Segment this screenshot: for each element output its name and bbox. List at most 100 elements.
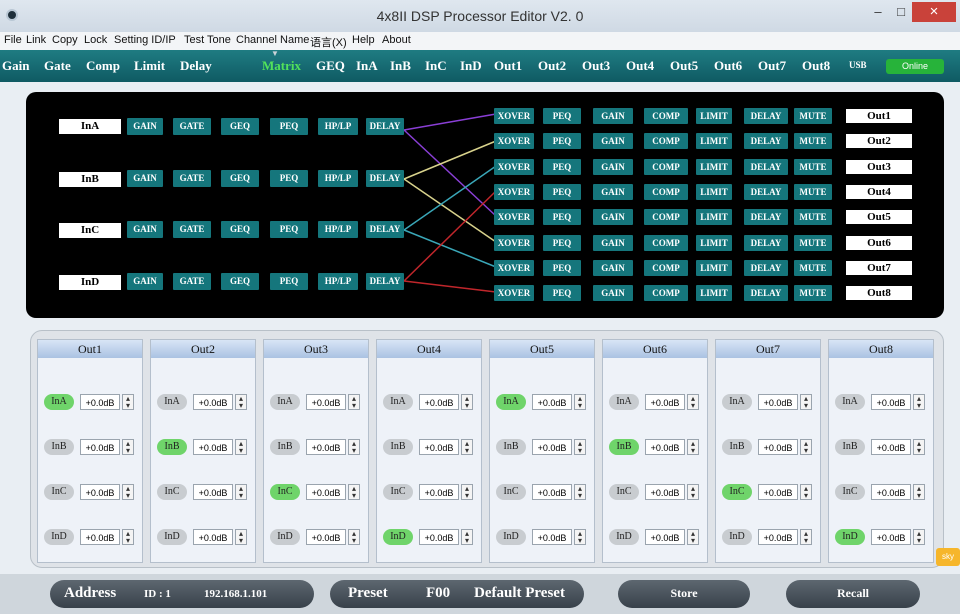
out2-peq-block[interactable]: PEQ bbox=[543, 133, 581, 150]
mixer-input-toggle-inc[interactable]: InC bbox=[496, 484, 526, 500]
mixer-input-toggle-inb[interactable]: InB bbox=[44, 439, 74, 455]
mixer-gain-field[interactable]: +0.0dB bbox=[193, 529, 233, 545]
out6-mute-block[interactable]: MUTE bbox=[794, 234, 832, 251]
tab-inc[interactable]: InC bbox=[425, 58, 447, 74]
mixer-input-toggle-inb[interactable]: InB bbox=[270, 439, 300, 455]
tab-out1[interactable]: Out1 bbox=[494, 58, 522, 74]
mixer-input-toggle-ina[interactable]: InA bbox=[157, 394, 187, 410]
menu-link[interactable]: Link bbox=[26, 34, 46, 46]
mixer-input-toggle-ina[interactable]: InA bbox=[496, 394, 526, 410]
out1-gain-block[interactable]: GAIN bbox=[593, 108, 633, 124]
mixer-input-toggle-ind[interactable]: InD bbox=[609, 529, 639, 545]
ina-peq-block[interactable]: PEQ bbox=[270, 118, 308, 135]
mixer-gain-field[interactable]: +0.0dB bbox=[871, 439, 911, 455]
ind-gain-block[interactable]: GAIN bbox=[127, 273, 163, 290]
out4-mute-block[interactable]: MUTE bbox=[794, 183, 832, 200]
out5-comp-block[interactable]: COMP bbox=[644, 209, 688, 226]
gain-stepper-icon[interactable]: ▴ ▾ bbox=[235, 394, 247, 410]
gain-stepper-icon[interactable]: ▴ ▾ bbox=[687, 439, 699, 455]
gain-stepper-icon[interactable]: ▴ ▾ bbox=[122, 394, 134, 410]
menu-channel-name[interactable]: Channel Name bbox=[236, 34, 309, 46]
out3-limit-block[interactable]: LIMIT bbox=[696, 158, 732, 175]
gain-stepper-icon[interactable]: ▴ ▾ bbox=[687, 529, 699, 545]
mixer-input-toggle-inb[interactable]: InB bbox=[496, 439, 526, 455]
maximize-button[interactable]: □ bbox=[892, 2, 910, 22]
mixer-input-toggle-ina[interactable]: InA bbox=[609, 394, 639, 410]
mixer-gain-field[interactable]: +0.0dB bbox=[419, 439, 459, 455]
gain-stepper-icon[interactable]: ▴ ▾ bbox=[574, 484, 586, 500]
gain-stepper-icon[interactable]: ▴ ▾ bbox=[122, 484, 134, 500]
mixer-input-toggle-inc[interactable]: InC bbox=[44, 484, 74, 500]
out8-xover-block[interactable]: XOVER bbox=[494, 285, 534, 302]
inc-gain-block[interactable]: GAIN bbox=[127, 221, 163, 238]
tab-out3[interactable]: Out3 bbox=[582, 58, 610, 74]
mixer-input-toggle-inc[interactable]: InC bbox=[722, 484, 752, 500]
mixer-input-toggle-inc[interactable]: InC bbox=[609, 484, 639, 500]
mixer-gain-field[interactable]: +0.0dB bbox=[306, 529, 346, 545]
inc-peq-block[interactable]: PEQ bbox=[270, 221, 308, 238]
gain-stepper-icon[interactable]: ▴ ▾ bbox=[461, 484, 473, 500]
out5-xover-block[interactable]: XOVER bbox=[494, 209, 534, 226]
out6-xover-block[interactable]: XOVER bbox=[494, 234, 534, 251]
mixer-input-toggle-ind[interactable]: InD bbox=[44, 529, 74, 545]
gain-stepper-icon[interactable]: ▴ ▾ bbox=[574, 394, 586, 410]
out6-comp-block[interactable]: COMP bbox=[644, 234, 688, 251]
mixer-gain-field[interactable]: +0.0dB bbox=[193, 484, 233, 500]
gain-stepper-icon[interactable]: ▴ ▾ bbox=[913, 529, 925, 545]
menu-language[interactable]: 语言(X) bbox=[310, 34, 347, 50]
gain-stepper-icon[interactable]: ▴ ▾ bbox=[122, 529, 134, 545]
ind-peq-block[interactable]: PEQ bbox=[270, 273, 308, 290]
mixer-gain-field[interactable]: +0.0dB bbox=[306, 484, 346, 500]
tab-gate[interactable]: Gate bbox=[44, 58, 71, 74]
inb-geq-block[interactable]: GEQ bbox=[221, 170, 259, 187]
gain-stepper-icon[interactable]: ▴ ▾ bbox=[913, 439, 925, 455]
out7-peq-block[interactable]: PEQ bbox=[543, 259, 581, 276]
mixer-input-toggle-ina[interactable]: InA bbox=[44, 394, 74, 410]
mixer-input-toggle-ind[interactable]: InD bbox=[270, 529, 300, 545]
tab-inb[interactable]: InB bbox=[390, 58, 411, 74]
gain-stepper-icon[interactable]: ▴ ▾ bbox=[348, 439, 360, 455]
inb-delay-block[interactable]: DELAY bbox=[366, 170, 404, 187]
gain-stepper-icon[interactable]: ▴ ▾ bbox=[574, 439, 586, 455]
menu-setting-id-ip[interactable]: Setting ID/IP bbox=[114, 34, 176, 46]
out3-xover-block[interactable]: XOVER bbox=[494, 158, 534, 175]
out4-xover-block[interactable]: XOVER bbox=[494, 183, 534, 200]
gain-stepper-icon[interactable]: ▴ ▾ bbox=[235, 439, 247, 455]
ind-delay-block[interactable]: DELAY bbox=[366, 273, 404, 290]
tab-geq[interactable]: GEQ bbox=[316, 58, 345, 74]
menu-help[interactable]: Help bbox=[352, 34, 375, 46]
mixer-gain-field[interactable]: +0.0dB bbox=[80, 484, 120, 500]
ina-gain-block[interactable]: GAIN bbox=[127, 118, 163, 135]
mixer-gain-field[interactable]: +0.0dB bbox=[80, 439, 120, 455]
out8-gain-block[interactable]: GAIN bbox=[593, 285, 633, 302]
mixer-gain-field[interactable]: +0.0dB bbox=[645, 439, 685, 455]
tab-out4[interactable]: Out4 bbox=[626, 58, 654, 74]
online-button[interactable]: Online bbox=[886, 59, 944, 74]
mixer-gain-field[interactable]: +0.0dB bbox=[758, 529, 798, 545]
out1-peq-block[interactable]: PEQ bbox=[543, 108, 581, 124]
mixer-gain-field[interactable]: +0.0dB bbox=[645, 394, 685, 410]
mixer-gain-field[interactable]: +0.0dB bbox=[532, 529, 572, 545]
gain-stepper-icon[interactable]: ▴ ▾ bbox=[574, 529, 586, 545]
out6-delay-block[interactable]: DELAY bbox=[744, 234, 788, 251]
out2-delay-block[interactable]: DELAY bbox=[744, 133, 788, 150]
out4-gain-block[interactable]: GAIN bbox=[593, 183, 633, 200]
out6-limit-block[interactable]: LIMIT bbox=[696, 234, 732, 251]
mixer-input-toggle-ind[interactable]: InD bbox=[157, 529, 187, 545]
inb-peq-block[interactable]: PEQ bbox=[270, 170, 308, 187]
out8-mute-block[interactable]: MUTE bbox=[794, 285, 832, 302]
mixer-gain-field[interactable]: +0.0dB bbox=[193, 439, 233, 455]
gain-stepper-icon[interactable]: ▴ ▾ bbox=[800, 529, 812, 545]
gain-stepper-icon[interactable]: ▴ ▾ bbox=[461, 529, 473, 545]
out5-gain-block[interactable]: GAIN bbox=[593, 209, 633, 226]
mixer-gain-field[interactable]: +0.0dB bbox=[419, 394, 459, 410]
gain-stepper-icon[interactable]: ▴ ▾ bbox=[461, 394, 473, 410]
ind-gate-block[interactable]: GATE bbox=[173, 273, 211, 290]
mixer-input-toggle-inb[interactable]: InB bbox=[722, 439, 752, 455]
out2-limit-block[interactable]: LIMIT bbox=[696, 133, 732, 150]
out2-mute-block[interactable]: MUTE bbox=[794, 133, 832, 150]
mixer-gain-field[interactable]: +0.0dB bbox=[758, 439, 798, 455]
mixer-gain-field[interactable]: +0.0dB bbox=[532, 484, 572, 500]
tab-gain[interactable]: Gain bbox=[2, 58, 29, 74]
mixer-input-toggle-ind[interactable]: InD bbox=[383, 529, 413, 545]
